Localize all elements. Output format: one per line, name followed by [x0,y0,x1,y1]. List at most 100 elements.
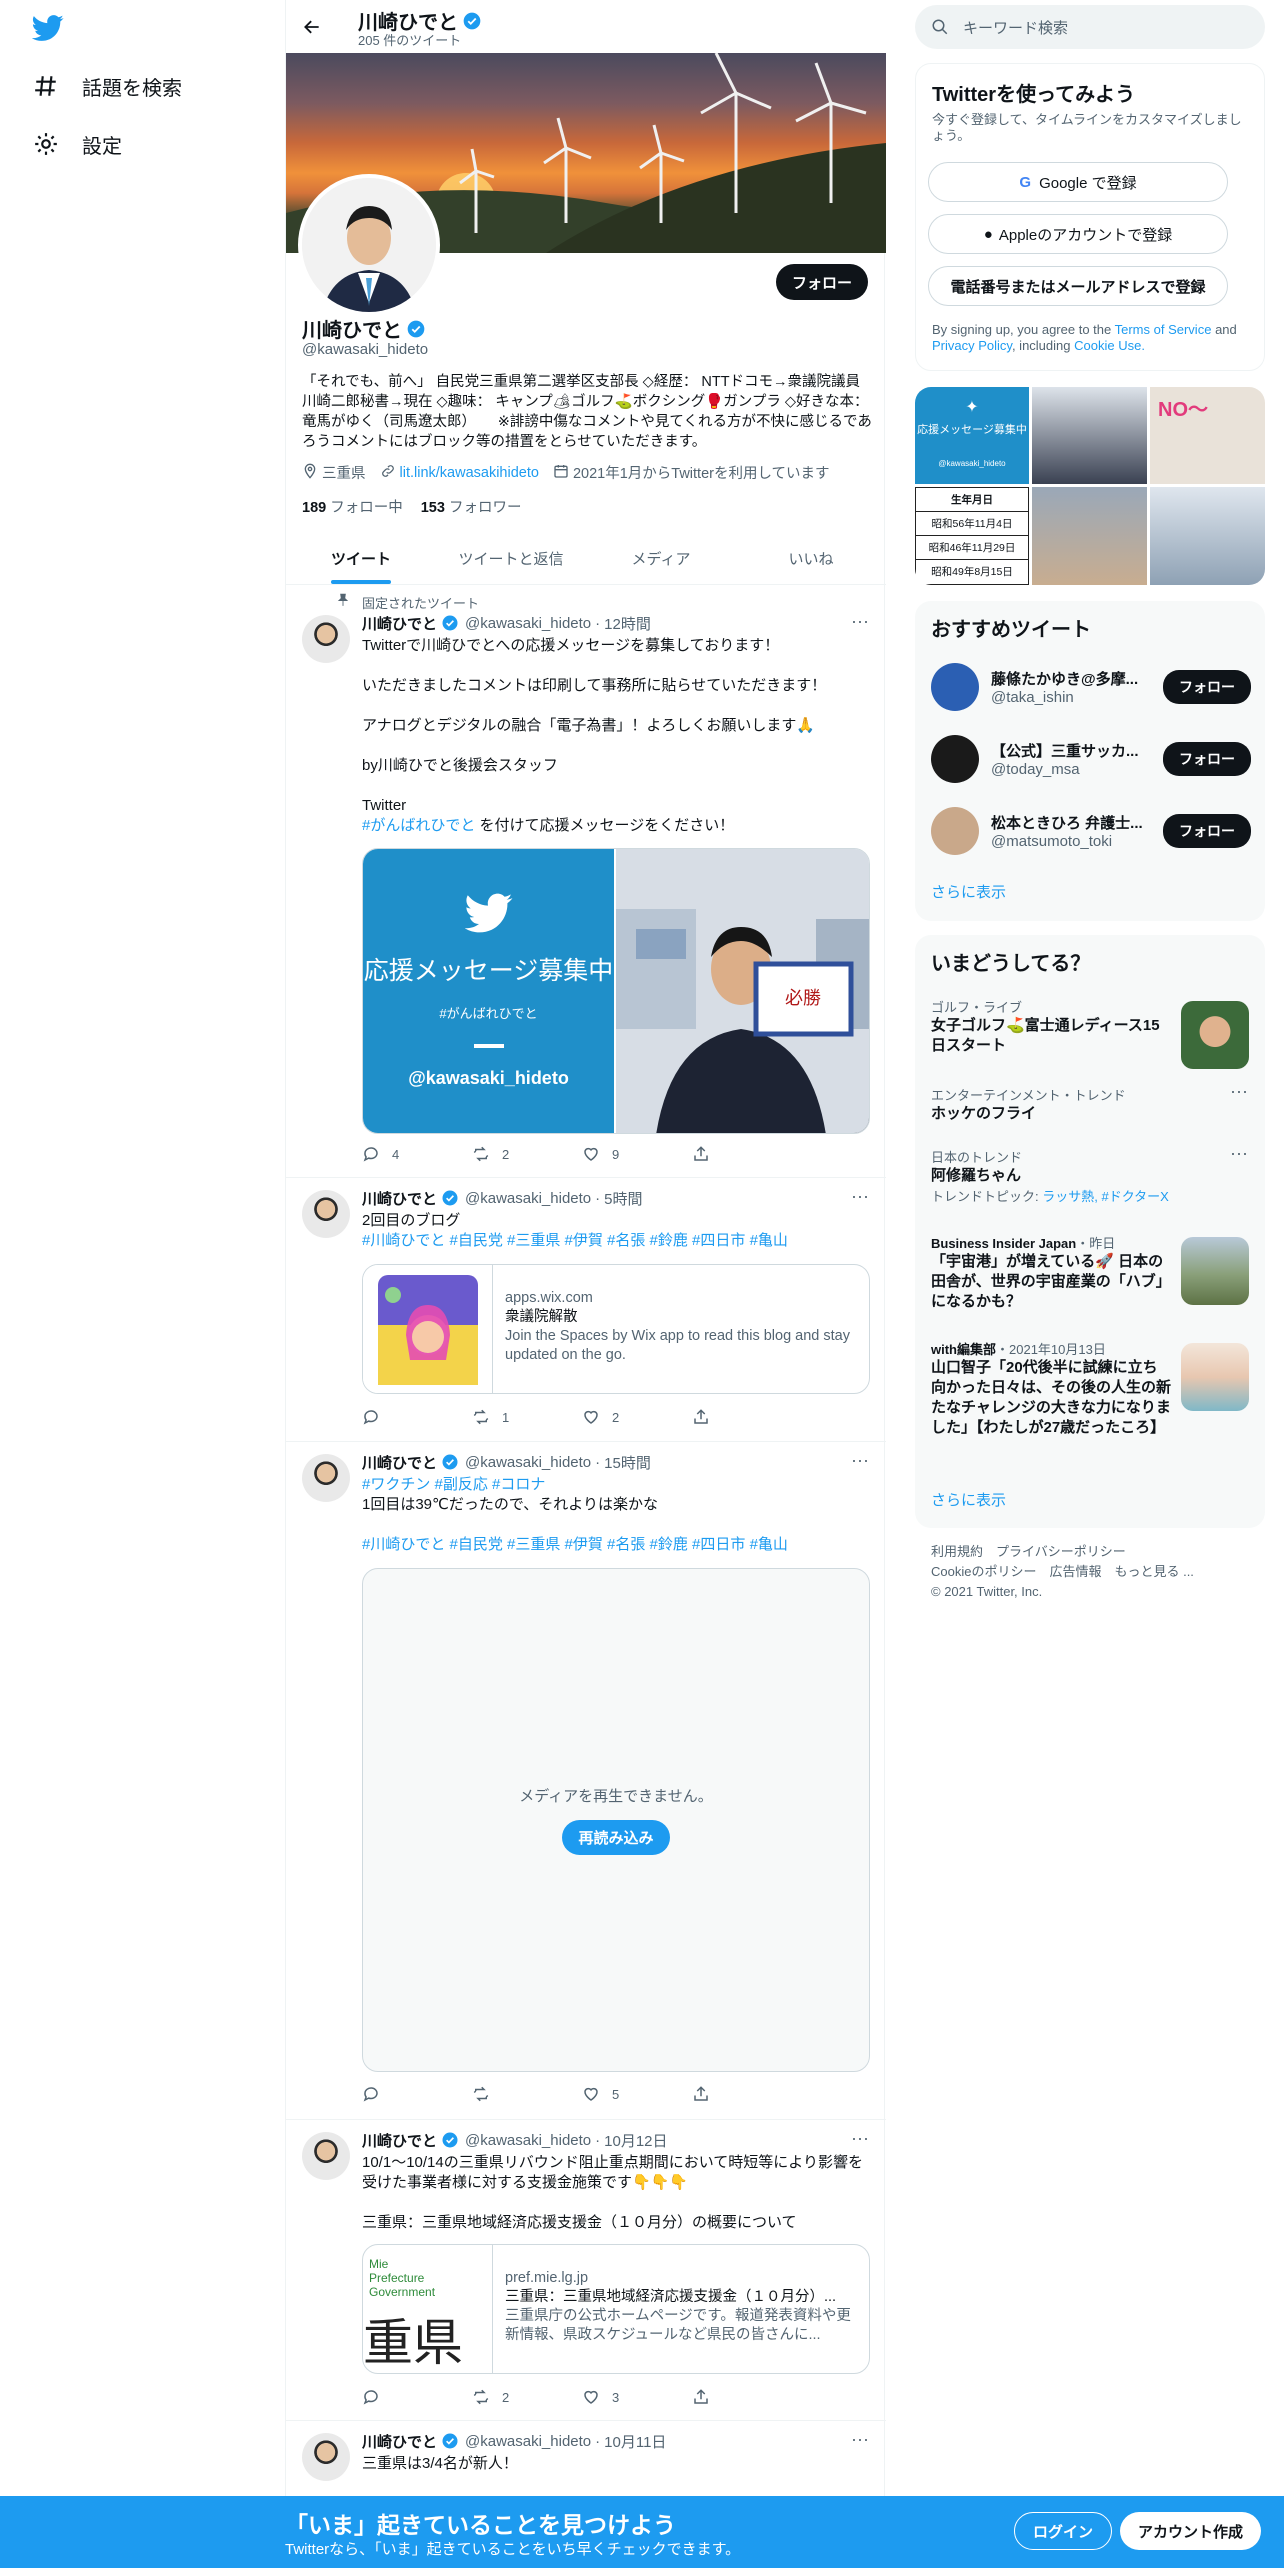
tweet-author-name[interactable]: 川崎ひでと [362,1452,437,1473]
tweet-author-name[interactable]: 川崎ひでと [362,1188,437,1209]
share-button[interactable] [692,2388,782,2406]
trend-item[interactable]: with編集部・2021年10月13日 山口智子「20代後半に試練に立ち向かった… [931,1339,1249,1459]
trend-item[interactable]: 日本のトレンド 阿修羅ちゃん トレンドトピック: ラッサ熱, #ドクターX ··… [931,1144,1249,1205]
reply-button[interactable] [362,2085,452,2103]
tweet-hashtags[interactable]: #川崎ひでと #自民党 #三重県 #伊賀 #名張 #鈴鹿 #四日市 #亀山 [362,1535,870,1555]
media-image-right[interactable]: 必勝 [616,849,869,1133]
tweet-media[interactable]: 応援メッセージ募集中 #がんばれひでと @kawasaki_hideto 必勝 [362,848,870,1134]
like-button[interactable]: 3 [582,2388,672,2406]
nav-explore[interactable]: 話題を検索 [32,66,182,106]
tweet-item[interactable]: 川崎ひでと @kawasaki_hideto · 15時間 ··· #ワクチン … [286,1442,886,2120]
media-image-left[interactable]: 応援メッセージ募集中 #がんばれひでと @kawasaki_hideto [363,849,616,1133]
follow-button[interactable]: フォロー [1163,742,1251,776]
privacy-link[interactable]: Privacy Policy [932,338,1012,353]
profile-link-text[interactable]: lit.link/kawasakihideto [400,465,539,481]
retweet-button[interactable] [472,2085,562,2103]
more-options-icon[interactable]: ··· [850,1451,870,1474]
tweet-time[interactable]: 15時間 [604,1452,651,1473]
back-arrow-icon[interactable] [296,11,328,43]
tweet-hashtags[interactable]: #川崎ひでと #自民党 #三重県 #伊賀 #名張 #鈴鹿 #四日市 #亀山 [362,1231,870,1251]
share-button[interactable] [692,2085,782,2103]
tweet-hashtags-top[interactable]: #ワクチン #副反応 #コロナ [362,1475,870,1495]
tweet-handle[interactable]: @kawasaki_hideto [465,1454,591,1471]
tweet-avatar[interactable] [302,1454,350,1502]
tab-media[interactable]: メディア [586,532,736,584]
follow-button[interactable]: フォロー [1163,814,1251,848]
tweet-avatar[interactable] [302,2433,350,2481]
phone-signup-button[interactable]: 電話番号またはメールアドレスで登録 [928,266,1228,306]
reply-button[interactable] [362,1408,452,1426]
recommended-user[interactable]: 藤條たかゆき@多摩... @taka_ishin フォロー [931,657,1251,717]
reply-button[interactable] [362,2388,452,2406]
like-button[interactable]: 9 [582,1145,672,1163]
photo-grid-item[interactable] [1150,487,1265,585]
more-options-icon[interactable]: ··· [850,612,870,635]
tweet-avatar[interactable] [302,1190,350,1238]
search-box[interactable]: キーワード検索 [915,5,1265,49]
footer-line[interactable]: Cookieのポリシー 広告情報 もっと見る ... [931,1562,1194,1582]
tweet-item[interactable]: 川崎ひでと @kawasaki_hideto · 5時間 ··· 2回目のブログ… [286,1178,886,1442]
signup-button[interactable]: アカウント作成 [1120,2512,1262,2550]
recommended-user[interactable]: 【公式】三重サッカ... @today_msa フォロー [931,729,1251,789]
avatar[interactable] [931,807,979,855]
more-options-icon[interactable]: ··· [850,2430,870,2453]
tweet-time[interactable]: 5時間 [604,1188,642,1209]
reload-button[interactable]: 再読み込み [562,1820,670,1855]
nav-settings[interactable]: 設定 [32,124,122,164]
tab-likes[interactable]: いいね [736,532,886,584]
google-signup-button[interactable]: G Google で登録 [928,162,1228,202]
following-stat[interactable]: 189 フォロー中 [302,496,403,517]
media-photo-grid[interactable]: ✦ 応援メッセージ募集中 @kawasaki_hideto NO〜 生年月日 昭… [915,387,1265,585]
link-card[interactable]: Mie Prefecture Government 重県 pref.mie.lg… [362,2244,870,2374]
retweet-button[interactable]: 1 [472,1408,562,1426]
photo-grid-item[interactable]: NO〜 [1150,387,1265,484]
trend-item[interactable]: Business Insider Japan・昨日 「宇宙港」が増えている🚀 日… [931,1233,1249,1323]
share-button[interactable] [692,1145,782,1163]
twitter-logo-icon[interactable] [31,12,64,44]
link-card[interactable]: apps.wix.com 衆議院解散 Join the Spaces by Wi… [362,1264,870,1394]
terms-link[interactable]: Terms of Service [1115,322,1212,337]
tweet-author-name[interactable]: 川崎ひでと [362,2130,437,2151]
like-button[interactable]: 2 [582,1408,672,1426]
photo-grid-item[interactable] [1032,387,1147,484]
recommended-user[interactable]: 松本ときひろ 弁護士... @matsumoto_toki フォロー [931,801,1251,861]
show-more-link[interactable]: さらに表示 [931,1489,1006,1510]
tweet-avatar[interactable] [302,615,350,663]
tweet-item[interactable]: 川崎ひでと @kawasaki_hideto · 10月11日 ··· 三重県は… [286,2421,886,2496]
tweet-handle[interactable]: @kawasaki_hideto [465,2132,591,2149]
share-button[interactable] [692,1408,782,1426]
retweet-button[interactable]: 2 [472,2388,562,2406]
more-options-icon[interactable]: ··· [850,1187,870,1210]
show-more-link[interactable]: さらに表示 [931,881,1006,902]
tweet-author-name[interactable]: 川崎ひでと [362,613,437,634]
tweet-handle[interactable]: @kawasaki_hideto [465,615,591,632]
tweet-author-name[interactable]: 川崎ひでと [362,2431,437,2452]
tweet-time[interactable]: 10月11日 [604,2431,666,2452]
tweet-avatar[interactable] [302,2132,350,2180]
retweet-button[interactable]: 2 [472,1145,562,1163]
tweet-time[interactable]: 10月12日 [604,2130,667,2151]
tweet-time[interactable]: 12時間 [604,613,651,634]
more-options-icon[interactable]: ··· [1229,1082,1249,1105]
cookie-link[interactable]: Cookie Use. [1074,338,1145,353]
followers-stat[interactable]: 153 フォロワー [421,496,522,517]
tab-tweets-replies[interactable]: ツイートと返信 [436,532,586,584]
photo-grid-item[interactable]: 生年月日 昭和56年11月4日 昭和46年11月29日 昭和49年8月15日 [915,487,1029,585]
login-button[interactable]: ログイン [1014,2512,1113,2550]
tab-tweets[interactable]: ツイート [286,532,436,584]
hashtag-link[interactable]: #がんばれひでと [362,817,475,834]
avatar[interactable] [931,663,979,711]
follow-button[interactable]: フォロー [1163,670,1251,704]
photo-grid-item[interactable] [1032,487,1147,585]
like-button[interactable]: 5 [582,2085,672,2103]
profile-avatar[interactable] [298,174,440,316]
reply-button[interactable]: 4 [362,1145,452,1163]
tweet-item[interactable]: 川崎ひでと @kawasaki_hideto · 10月12日 ··· 10/1… [286,2120,886,2421]
footer-line[interactable]: 利用規約 プライバシーポリシー [931,1542,1194,1562]
apple-signup-button[interactable]: ● Appleのアカウントで登録 [928,214,1228,254]
video-player[interactable]: メディアを再生できません。 再読み込み [362,1568,870,2072]
more-options-icon[interactable]: ··· [850,2129,870,2152]
avatar[interactable] [931,735,979,783]
trend-item[interactable]: ゴルフ・ライブ 女子ゴルフ⛳富士通レディース15日スタート [931,997,1249,1069]
trend-item[interactable]: エンターテインメント・トレンド ホッケのフライ ··· [931,1082,1249,1124]
